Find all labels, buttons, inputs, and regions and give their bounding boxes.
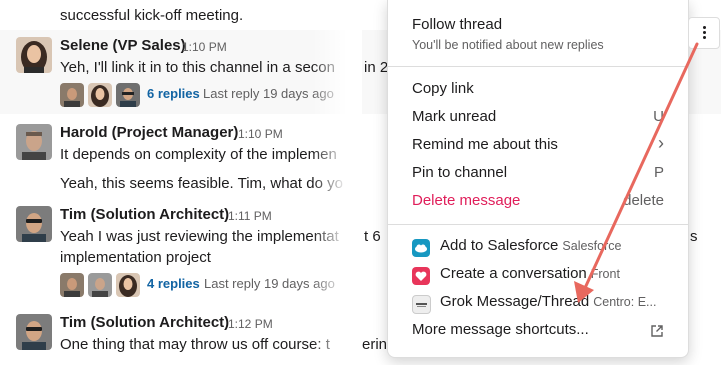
message-text: successful kick-off meeting. [60,7,244,24]
copy-link-item[interactable]: Copy link [388,76,688,104]
text-fade-overlay [312,0,362,365]
menu-divider [388,66,688,67]
avatar[interactable] [16,37,52,73]
message-text: Yeah I was just reviewing the implementa… [60,228,339,245]
message-actions-menu: Follow thread You'll be notified about n… [387,0,689,358]
menu-item-shortcut: U [653,108,664,125]
message-author[interactable]: Tim (Solution Architect) [60,206,229,223]
avatar [88,83,112,107]
pin-to-channel-item[interactable]: Pin to channel P [388,160,688,188]
front-icon [412,267,430,285]
salesforce-icon [412,239,430,257]
avatar [60,273,84,297]
thread-replies-count[interactable]: 6 replies [147,86,200,101]
message-text-overflow: in 2 [364,59,389,76]
menu-item-shortcut: P [653,164,664,181]
delete-message-item[interactable]: Delete message delete [388,188,688,216]
message-timestamp[interactable]: 1:10 PM [238,127,283,141]
follow-thread-item[interactable]: Follow thread You'll be notified about n… [388,10,688,56]
menu-item-shortcut: delete [623,192,664,209]
avatar[interactable] [16,206,52,242]
menu-item-label: Delete message [412,192,521,209]
follow-thread-label: Follow thread [412,16,503,33]
message-text-overflow: t 6 [364,228,381,245]
menu-item-label: Copy link [412,80,474,97]
avatar [116,273,140,297]
more-vertical-icon [703,26,706,29]
avatar [116,83,140,107]
message-timestamp[interactable]: 1:11 PM [228,209,272,223]
menu-item-label: Create a conversation Front [440,265,620,282]
menu-item-label: Pin to channel [412,164,508,181]
message-timestamp[interactable]: 1:12 PM [228,317,273,331]
mark-unread-item[interactable]: Mark unread U [388,104,688,132]
message-timestamp[interactable]: 1:10 PM [182,40,227,54]
follow-thread-description: You'll be notified about new replies [412,38,604,52]
menu-item-label: Grok Message/Thread Centro: E... [440,293,657,310]
message-text: implementation project [60,249,211,266]
menu-item-label: More message shortcuts... [412,321,589,338]
avatar[interactable] [16,124,52,160]
create-conversation-item[interactable]: Create a conversation Front [388,261,688,289]
message-text: One thing that may throw us off course: … [60,336,330,353]
external-link-icon [650,324,664,343]
menu-divider [388,224,688,225]
message-text: Yeah, this seems feasible. Tim, what do … [60,175,343,192]
avatar[interactable] [16,314,52,350]
thread-replies-count[interactable]: 4 replies [147,276,200,291]
menu-item-label: Remind me about this [412,136,558,153]
message-author[interactable]: Selene (VP Sales) [60,37,186,54]
message-author[interactable]: Harold (Project Manager) [60,124,238,141]
message-author[interactable]: Tim (Solution Architect) [60,314,229,331]
chevron-right-icon: › [658,133,664,153]
message-text: Yeh, I'll link it in to this channel in … [60,59,335,76]
message-text: It depends on complexity of the implemen [60,146,337,163]
grok-message-item[interactable]: Grok Message/Thread Centro: E... [388,289,688,317]
menu-item-label: Mark unread [412,108,497,125]
more-shortcuts-item[interactable]: More message shortcuts... [388,317,688,345]
message-text-overflow: erin [362,336,388,353]
add-to-salesforce-item[interactable]: Add to Salesforce Salesforce [388,233,688,261]
menu-item-label: Add to Salesforce Salesforce [440,237,622,254]
avatar [60,83,84,107]
remind-me-item[interactable]: Remind me about this › [388,132,688,160]
centro-icon [412,295,431,314]
avatar [88,273,112,297]
message-text-overflow: s [690,228,698,245]
more-actions-button[interactable] [688,17,720,49]
